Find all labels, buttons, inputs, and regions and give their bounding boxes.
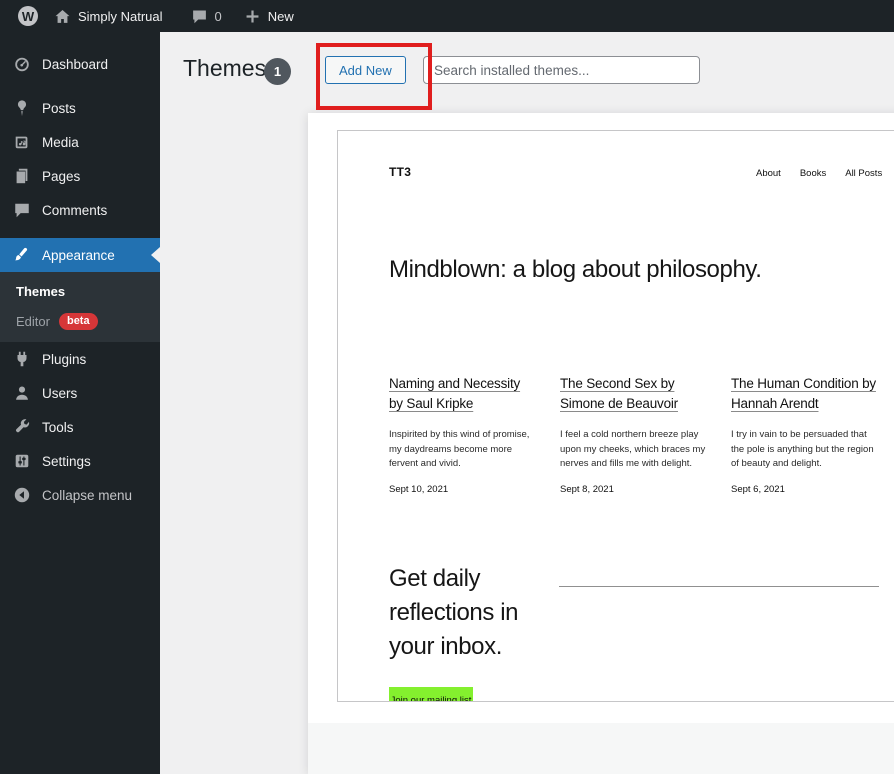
theme-count-badge: 1 [264, 58, 291, 85]
submenu-label: Themes [16, 284, 66, 299]
theme-card-footer [308, 723, 894, 774]
preview-divider [559, 586, 879, 587]
site-link[interactable]: Simply Natrual [46, 0, 171, 32]
sidebar-label: Comments [42, 202, 108, 218]
sidebar-item-pages[interactable]: Pages [0, 159, 160, 193]
wordpress-menu[interactable]: W [10, 0, 46, 32]
dashboard-gauge-icon [15, 57, 29, 72]
comment-count: 0 [214, 8, 222, 24]
home-icon [54, 8, 71, 25]
admin-bar: W Simply Natrual 0 New [0, 0, 894, 32]
post-excerpt: Inspirited by this wind of promise, my d… [389, 429, 530, 469]
beta-badge: beta [58, 313, 98, 330]
annotation-highlight-rectangle [316, 43, 432, 110]
page-title: Themes [183, 55, 267, 81]
appearance-submenu: Themes Editor beta [0, 272, 160, 342]
paintbrush-icon [15, 247, 28, 261]
post-date: Sept 10, 2021 [389, 483, 449, 495]
wrench-icon [16, 419, 30, 433]
new-label: New [267, 8, 294, 24]
preview-post: The Human Condition by Hannah Arendt I t… [731, 374, 877, 495]
post-title: Naming and Necessity by Saul Kripke [389, 376, 521, 411]
post-date: Sept 6, 2021 [731, 483, 785, 495]
sidebar-label: Tools [42, 419, 74, 435]
submenu-item-themes[interactable]: Themes [0, 279, 160, 305]
preview-post: The Second Sex by Simone de Beauvoir I f… [560, 374, 706, 495]
comment-bubble-icon [191, 8, 208, 25]
pages-icon [16, 168, 28, 184]
sidebar-label: Media [42, 134, 79, 150]
preview-post: Naming and Necessity by Saul Kripke Insp… [389, 374, 535, 495]
admin-sidebar: Dashboard Posts Media Pages Comments App… [0, 32, 160, 774]
sidebar-label: Collapse menu [42, 487, 133, 503]
sidebar-label: Settings [42, 453, 91, 469]
sidebar-label: Users [42, 385, 78, 401]
pushpin-icon [17, 100, 27, 117]
sidebar-item-dashboard[interactable]: Dashboard [0, 47, 160, 81]
sidebar-item-plugins[interactable]: Plugins [0, 342, 160, 376]
theme-card[interactable]: TT3 About Books All Posts Mindblown: a b… [308, 113, 894, 774]
preview-post-list: Naming and Necessity by Saul Kripke Insp… [389, 374, 877, 495]
submenu-item-editor[interactable]: Editor beta [0, 308, 160, 335]
main-content: Themes 1 Add New TT3 About Books All Pos… [160, 32, 894, 774]
comments-shortcut[interactable]: 0 [183, 0, 230, 32]
site-name: Simply Natrual [78, 8, 163, 24]
join-mailing-list-button: Join our mailing list [389, 687, 473, 701]
preview-site-logo: TT3 [389, 165, 412, 179]
sidebar-item-appearance[interactable]: Appearance [0, 238, 160, 272]
person-icon [16, 386, 28, 400]
sidebar-item-tools[interactable]: Tools [0, 410, 160, 444]
post-title: The Second Sex by Simone de Beauvoir [560, 376, 678, 411]
preview-nav-link: Books [799, 168, 827, 179]
submenu-label: Editor [16, 313, 50, 329]
sidebar-label: Posts [42, 100, 76, 116]
post-excerpt: I try in vain to be persuaded that the p… [731, 429, 874, 469]
plug-icon [17, 351, 27, 367]
media-icon [15, 136, 28, 149]
preview-cta-heading: Get daily reflections in your inbox. [389, 565, 519, 660]
sidebar-item-comments[interactable]: Comments [0, 193, 160, 227]
post-title: The Human Condition by Hannah Arendt [731, 376, 876, 411]
sidebar-item-settings[interactable]: Settings [0, 444, 160, 478]
sidebar-label: Pages [42, 168, 81, 184]
sidebar-label: Appearance [42, 247, 115, 263]
post-date: Sept 8, 2021 [560, 483, 614, 495]
sidebar-item-users[interactable]: Users [0, 376, 160, 410]
search-input[interactable] [423, 56, 700, 84]
post-excerpt: I feel a cold northern breeze play upon … [560, 429, 706, 469]
preview-headline: Mindblown: a blog about philosophy. [389, 256, 762, 283]
sidebar-label: Plugins [42, 351, 87, 367]
sidebar-item-media[interactable]: Media [0, 125, 160, 159]
preview-nav: About Books All Posts [756, 168, 882, 179]
preview-nav-link: All Posts [845, 168, 883, 179]
new-content-menu[interactable]: New [236, 0, 302, 32]
sidebar-item-posts[interactable]: Posts [0, 91, 160, 125]
sliders-icon [15, 454, 29, 468]
sidebar-label: Dashboard [42, 56, 109, 72]
plus-icon [244, 8, 261, 25]
wordpress-logo-icon: W [18, 6, 38, 26]
collapse-arrow-icon [14, 487, 30, 503]
preview-nav-link: About [756, 168, 781, 179]
comment-bubble-icon [15, 203, 29, 218]
sidebar-item-collapse-menu[interactable]: Collapse menu [0, 478, 160, 512]
theme-screenshot: TT3 About Books All Posts Mindblown: a b… [337, 130, 894, 702]
